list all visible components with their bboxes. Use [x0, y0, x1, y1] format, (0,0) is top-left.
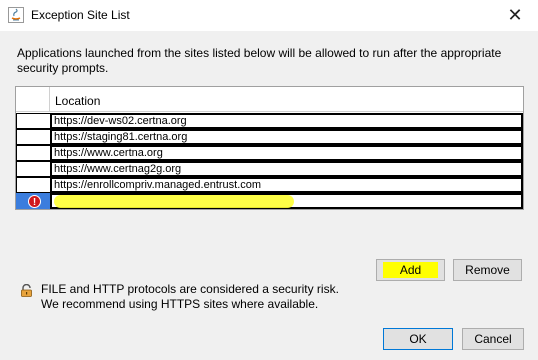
row-icon-cell [16, 161, 50, 177]
warning-line-1: FILE and HTTP protocols are considered a… [41, 282, 339, 296]
row-icon-cell [16, 113, 50, 129]
table-row[interactable]: https://www.certnag2g.org [16, 161, 523, 177]
header-icon-column [16, 87, 50, 112]
java-icon [8, 7, 24, 23]
lock-icon [21, 284, 32, 297]
description-text: Applications launched from the sites lis… [17, 46, 502, 75]
yellow-highlight-mark [54, 195, 294, 208]
row-icon-cell [16, 177, 50, 193]
table-row[interactable]: https://staging81.certna.org [16, 129, 523, 145]
warning-line-2: We recommend using HTTPS sites where ava… [41, 297, 319, 311]
window-title: Exception Site List [31, 8, 130, 22]
exception-site-table[interactable]: Location https://dev-ws02.certna.org htt… [15, 86, 524, 210]
location-cell[interactable]: https://dev-ws02.certna.org [50, 113, 523, 129]
table-header: Location [16, 87, 523, 112]
add-button-label: Add [399, 263, 422, 277]
location-column-header[interactable]: Location [55, 94, 100, 108]
cancel-button[interactable]: Cancel [462, 328, 524, 350]
row-icon-cell [16, 145, 50, 161]
location-cell[interactable]: https://www.certna.org [50, 145, 523, 161]
row-icon-cell [16, 129, 50, 145]
close-button[interactable]: ✕ [492, 0, 538, 31]
table-row[interactable]: https://enrollcompriv.managed.entrust.co… [16, 177, 523, 193]
title-bar: Exception Site List ✕ [0, 0, 538, 31]
close-icon: ✕ [507, 5, 523, 25]
location-cell[interactable]: https://www.certnag2g.org [50, 161, 523, 177]
row-icon-cell: ! [16, 193, 50, 209]
remove-button[interactable]: Remove [453, 259, 522, 281]
error-icon: ! [28, 195, 41, 208]
table-row[interactable]: https://www.certna.org [16, 145, 523, 161]
add-button[interactable]: Add [376, 259, 445, 281]
location-cell[interactable]: https://staging81.certna.org [50, 129, 523, 145]
ok-button[interactable]: OK [383, 328, 453, 350]
location-edit-field[interactable] [50, 193, 523, 209]
table-row-selected[interactable]: ! [16, 193, 523, 209]
table-row[interactable]: https://dev-ws02.certna.org [16, 113, 523, 129]
location-cell[interactable]: https://enrollcompriv.managed.entrust.co… [50, 177, 523, 193]
